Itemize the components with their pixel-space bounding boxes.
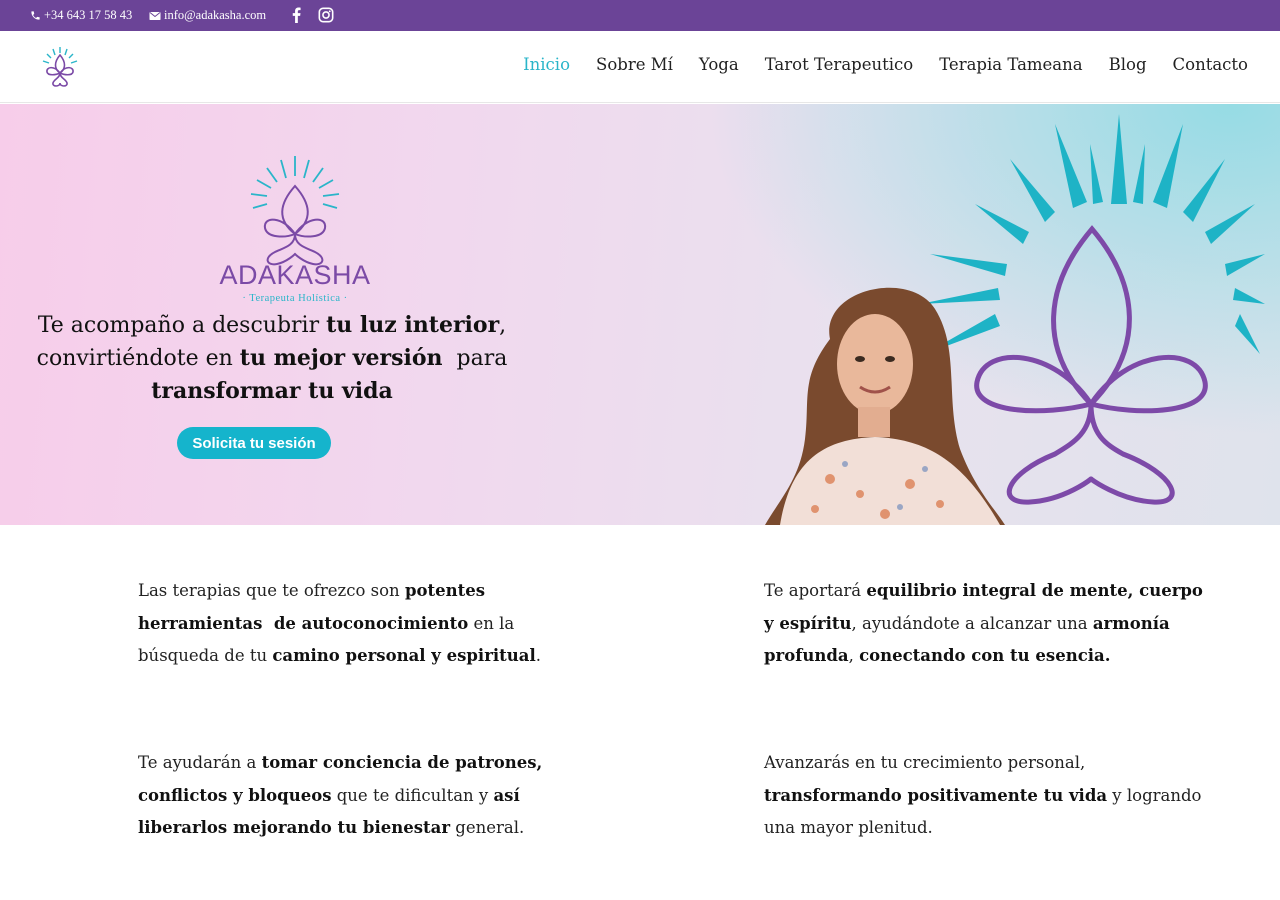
phone-number: +34 643 17 58 43	[44, 8, 133, 22]
para-text: .	[535, 646, 541, 665]
email-link[interactable]: info@adakasha.com	[149, 8, 266, 23]
site-logo[interactable]	[40, 45, 80, 89]
phone-link[interactable]: +34 643 17 58 43	[30, 8, 132, 23]
para-bold: camino personal y espiritual	[272, 646, 536, 665]
tagline-bold: tu mejor versión	[239, 345, 443, 371]
nav-item-yoga[interactable]: Yoga	[699, 55, 739, 74]
tagline-text: para	[442, 346, 508, 371]
tagline-text: Te acompaño a descubrir	[37, 313, 327, 338]
therapy-paragraph-1: Las terapias que te ofrezco son potentes…	[138, 575, 578, 673]
para-bold: transformando positivamente tu vida	[764, 785, 1108, 805]
tagline-bold: transformar tu vida	[151, 378, 393, 404]
para-text: ,	[848, 646, 860, 665]
para-text: , ayudándote a alcanzar una	[851, 613, 1093, 633]
para-text: Te ayudarán a	[138, 753, 262, 772]
therapist-portrait	[765, 287, 1005, 525]
hero-tagline: Te acompaño a descubrir tu luz interior,…	[22, 309, 522, 408]
facebook-icon[interactable]	[289, 6, 303, 24]
main-nav: Inicio Sobre Mí Yoga Tarot Terapeutico T…	[497, 55, 1248, 74]
hero-section: ADAKASHA · Terapeuta Holística · Te acom…	[0, 104, 1280, 525]
para-text: Avanzarás en tu crecimiento personal,	[764, 753, 1086, 772]
para-text: que te dificultan y	[331, 785, 494, 805]
email-address: info@adakasha.com	[164, 8, 267, 22]
tagline-text: convirtiéndote en	[36, 346, 240, 371]
top-bar: +34 643 17 58 43 info@adakasha.com	[0, 0, 1280, 31]
nav-item-blog[interactable]: Blog	[1109, 55, 1147, 74]
therapy-paragraph-4: Avanzarás en tu crecimiento personal, tr…	[764, 747, 1204, 845]
para-text: general.	[450, 818, 525, 837]
nav-item-tarot[interactable]: Tarot Terapeutico	[765, 55, 914, 74]
para-text: Te aportará	[764, 581, 867, 600]
nav-item-terapia-tameana[interactable]: Terapia Tameana	[939, 55, 1082, 74]
brand-name: ADAKASHA	[219, 260, 371, 290]
tagline-bold: tu luz interior	[326, 312, 500, 338]
phone-icon	[31, 11, 40, 20]
request-session-button[interactable]: Solicita tu sesión	[177, 427, 331, 459]
therapy-paragraph-3: Te ayudarán a tomar conciencia de patron…	[138, 747, 578, 845]
instagram-icon[interactable]	[317, 6, 335, 24]
nav-item-inicio[interactable]: Inicio	[523, 55, 570, 74]
site-header: Inicio Sobre Mí Yoga Tarot Terapeutico T…	[0, 31, 1280, 103]
para-bold: conectando con tu esencia.	[859, 646, 1111, 665]
mail-icon	[149, 11, 161, 20]
para-text: Las terapias que te ofrezco son	[138, 581, 405, 600]
nav-item-contacto[interactable]: Contacto	[1173, 55, 1248, 74]
tagline-text: ,	[499, 313, 507, 338]
brand-subtitle: · Terapeuta Holística ·	[242, 293, 348, 304]
nav-item-sobre-mi[interactable]: Sobre Mí	[596, 55, 673, 74]
therapy-paragraph-2: Te aportará equilibrio integral de mente…	[764, 575, 1204, 673]
